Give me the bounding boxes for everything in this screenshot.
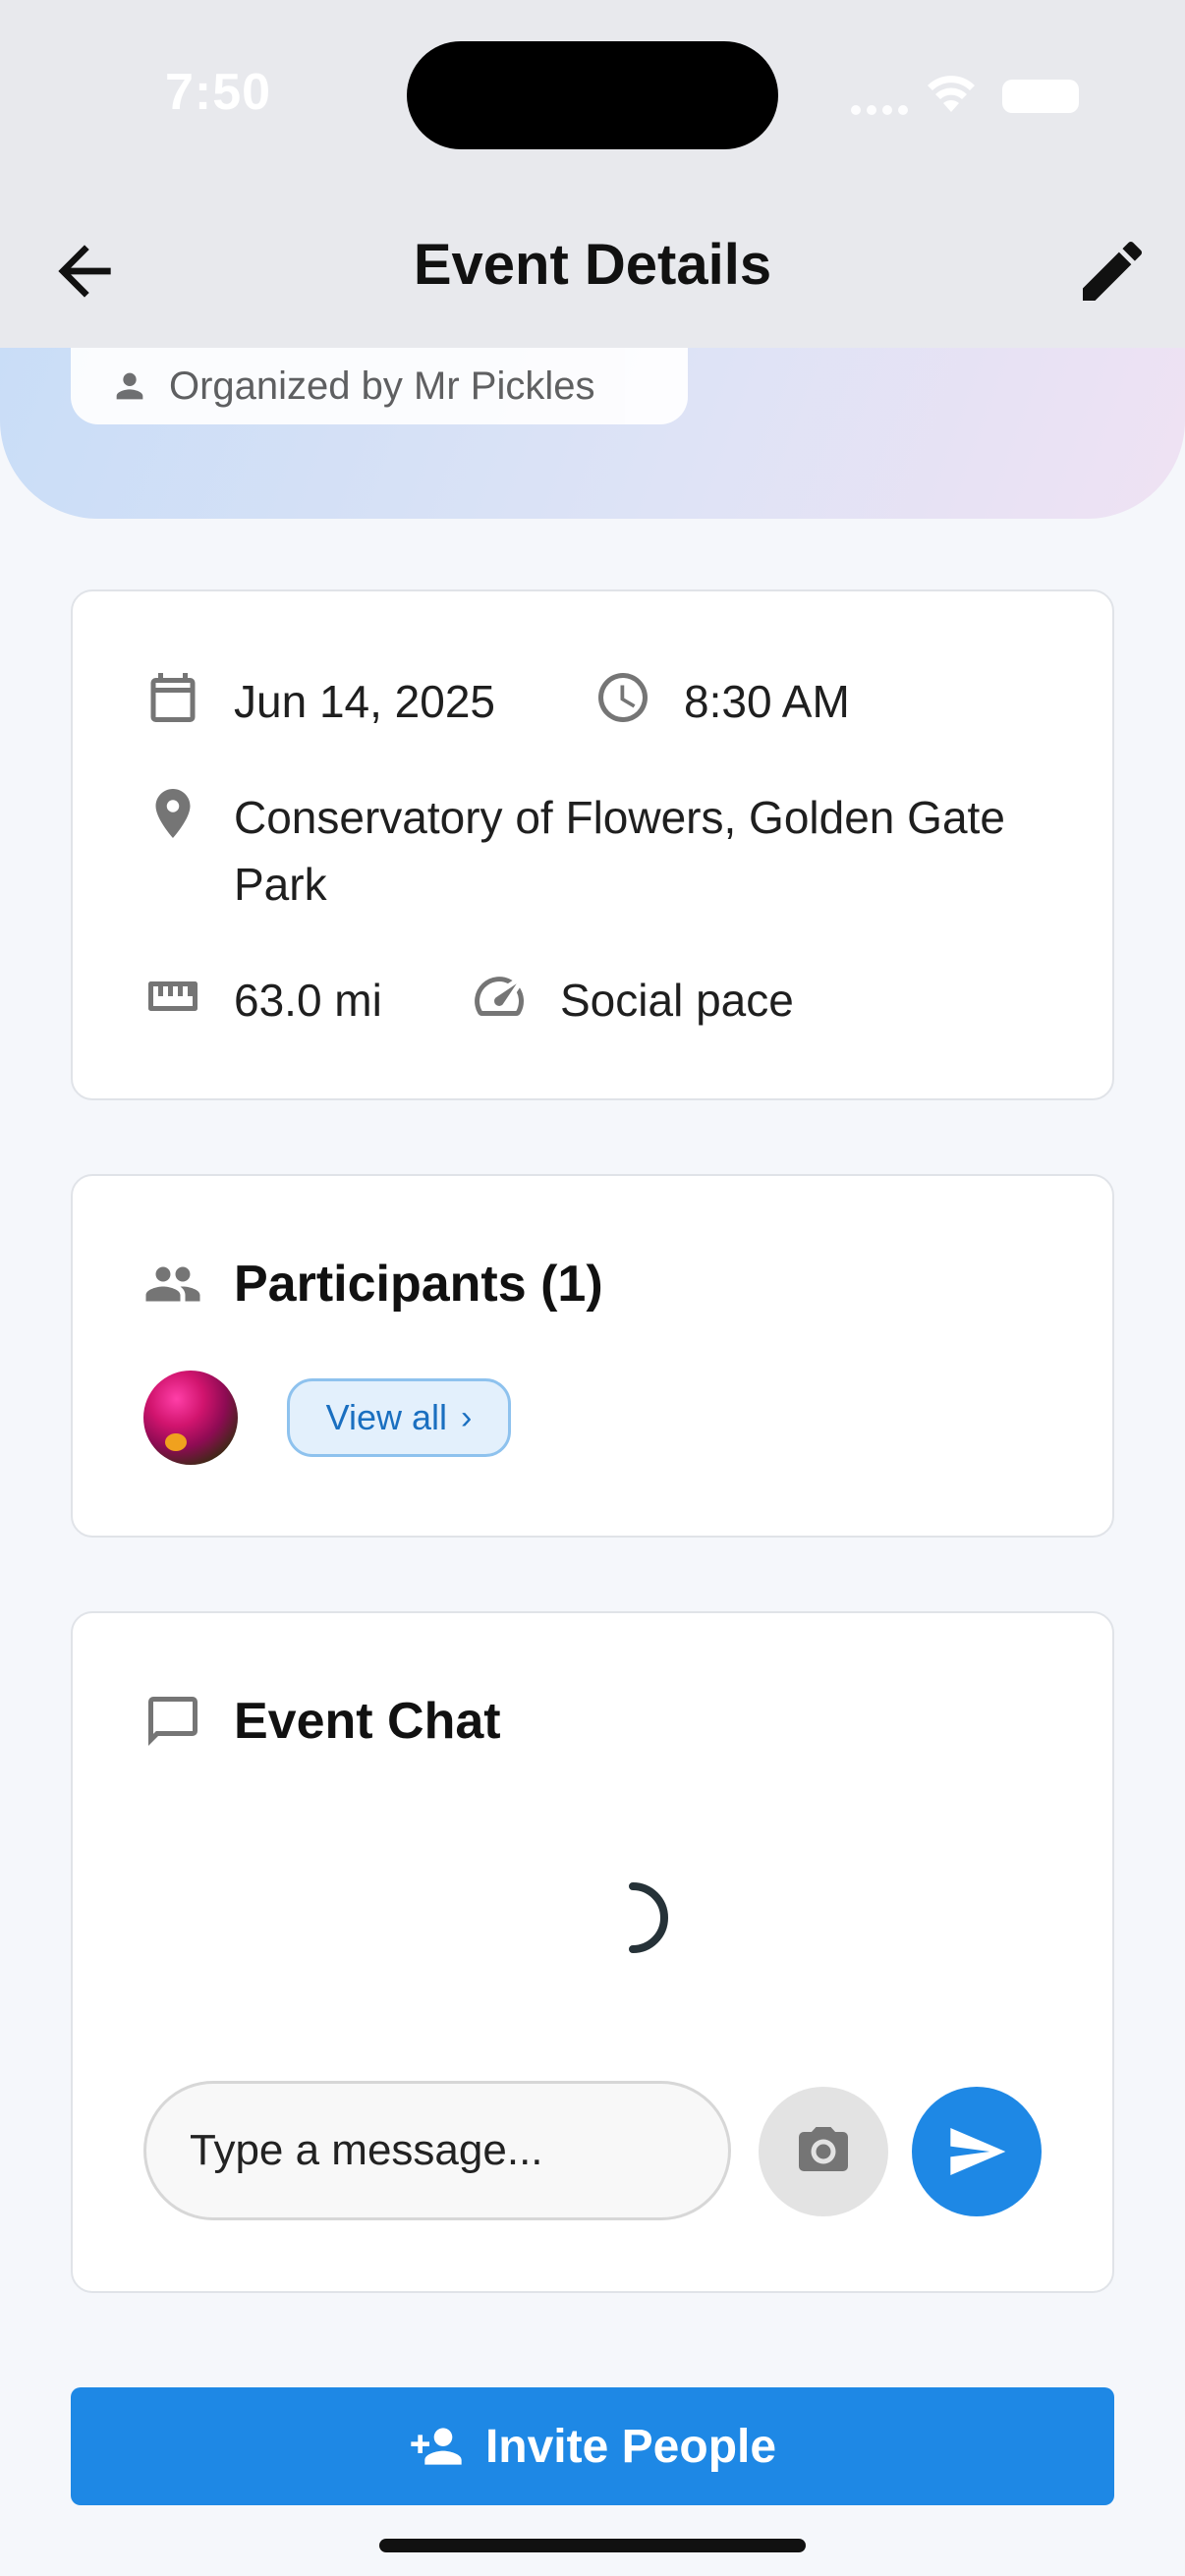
invite-people-button[interactable]: Invite People: [71, 2387, 1114, 2505]
person-icon: [116, 372, 143, 400]
organizer-pill: Organized by Mr Pickles: [71, 348, 688, 424]
ruler-icon: [143, 967, 202, 1026]
distance-row: 63.0 mi: [143, 967, 382, 1034]
person-add-icon: [411, 2428, 462, 2465]
participants-title: Participants (1): [234, 1256, 603, 1313]
dynamic-island: [407, 41, 778, 149]
camera-icon: [799, 2127, 848, 2171]
clock-icon: [593, 668, 652, 727]
invite-people-label: Invite People: [484, 2420, 777, 2473]
event-details-card: Jun 14, 2025 8:30 AM Conservatory of Flo…: [71, 589, 1114, 1100]
view-all-button[interactable]: View all ›: [287, 1378, 511, 1457]
event-chat-card: Event Chat Type a message...: [71, 1611, 1114, 2293]
camera-button[interactable]: [759, 2087, 888, 2216]
time-row: 8:30 AM: [593, 668, 850, 735]
view-all-label: View all: [325, 1397, 448, 1437]
participants-card: Participants (1) View all ›: [71, 1174, 1114, 1538]
location-pin-icon: [143, 784, 202, 843]
speedometer-icon: [470, 967, 529, 1026]
send-button[interactable]: [912, 2087, 1042, 2216]
status-bar: 7:50: [0, 0, 1185, 196]
chat-title: Event Chat: [234, 1693, 501, 1750]
status-time: 7:50: [165, 64, 272, 121]
location-row: Conservatory of Flowers, Golden Gate Par…: [143, 784, 1028, 918]
send-icon: [950, 2128, 1006, 2175]
event-time: 8:30 AM: [684, 676, 850, 727]
message-input[interactable]: Type a message...: [143, 2081, 731, 2220]
home-indicator[interactable]: [379, 2539, 806, 2552]
edit-button[interactable]: [1073, 232, 1152, 310]
chat-header: Event Chat: [143, 1692, 501, 1751]
nav-header: Event Details: [0, 196, 1185, 348]
event-hero: Organized by Mr Pickles: [0, 348, 1185, 519]
calendar-icon: [143, 668, 202, 727]
battery-icon: [1002, 80, 1079, 113]
signal-icon: [851, 102, 914, 120]
pace-row: Social pace: [470, 967, 794, 1034]
event-location[interactable]: Conservatory of Flowers, Golden Gate Par…: [234, 784, 1028, 918]
message-placeholder: Type a message...: [190, 2126, 543, 2174]
event-date: Jun 14, 2025: [234, 676, 496, 727]
participants-header: Participants (1): [143, 1255, 603, 1314]
date-row: Jun 14, 2025: [143, 668, 495, 735]
chat-bubble-icon: [143, 1692, 202, 1751]
event-distance: 63.0 mi: [234, 975, 382, 1026]
chevron-right-icon: ›: [461, 1398, 473, 1436]
loading-spinner-icon: [629, 1882, 668, 1953]
organizer-label: Organized by Mr Pickles: [169, 364, 595, 408]
event-pace: Social pace: [560, 975, 794, 1026]
wifi-icon: [928, 76, 975, 112]
avatar[interactable]: [143, 1371, 238, 1465]
pencil-icon: [1083, 241, 1143, 301]
page-title: Event Details: [413, 233, 772, 297]
people-icon: [143, 1255, 202, 1314]
